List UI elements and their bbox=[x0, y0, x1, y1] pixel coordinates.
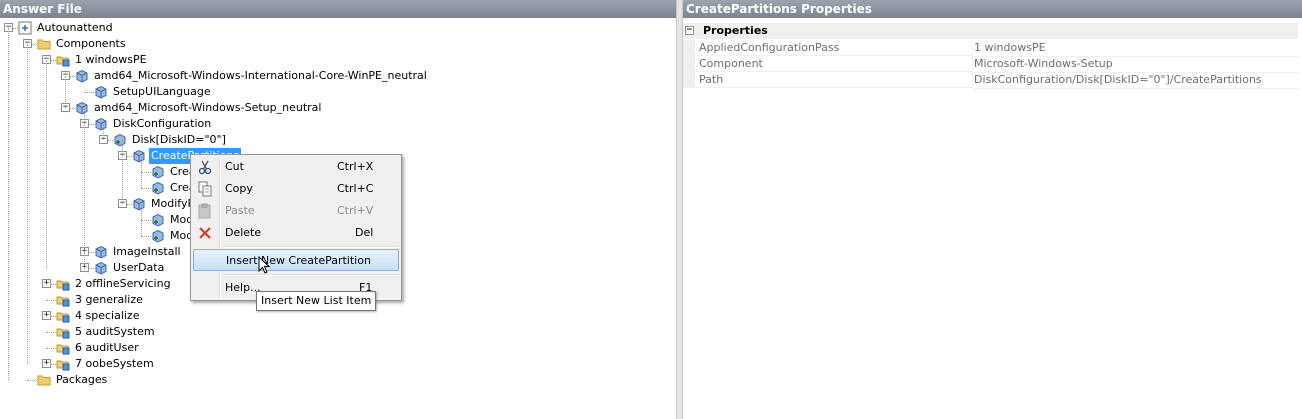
tree-node-label: SetupUILanguage bbox=[113, 85, 211, 98]
tree-node-label: amd64_Microsoft-Windows-International-Co… bbox=[94, 69, 427, 82]
paste-icon bbox=[197, 203, 213, 219]
menu-item-delete[interactable]: Delete Del bbox=[193, 222, 399, 244]
expand-toggle[interactable]: + bbox=[42, 359, 51, 368]
tree-node-label: amd64_Microsoft-Windows-Setup_neutral bbox=[94, 101, 322, 114]
setting-icon bbox=[94, 117, 108, 131]
tree-node-label: Disk[DiskID="0"] bbox=[132, 133, 226, 146]
properties-grid[interactable]: − Properties AppliedConfigurationPass 1 … bbox=[683, 18, 1302, 419]
menu-item-insert-new-createpartition[interactable]: Insert New CreatePartition bbox=[193, 249, 399, 271]
answer-file-icon bbox=[18, 21, 32, 35]
tree-node-label: DiskConfiguration bbox=[113, 117, 212, 130]
pass-icon bbox=[56, 357, 70, 371]
pass-icon bbox=[56, 341, 70, 355]
folder-icon bbox=[37, 37, 51, 51]
tree-node-label: 7 oobeSystem bbox=[75, 357, 154, 370]
tree-node-label: Components bbox=[56, 37, 126, 50]
scissors-icon bbox=[197, 159, 213, 175]
list-item-icon bbox=[151, 165, 165, 179]
list-item-icon bbox=[151, 181, 165, 195]
setting-icon bbox=[132, 197, 146, 211]
pass-icon bbox=[56, 293, 70, 307]
tooltip: Insert New List Item bbox=[256, 291, 377, 311]
property-value: DiskConfiguration/Disk[DiskID="0"]/Creat… bbox=[974, 72, 1298, 89]
tree-node-label: 4 specialize bbox=[75, 309, 140, 322]
tree-node-label: 6 auditUser bbox=[75, 341, 139, 354]
list-item-icon bbox=[113, 133, 127, 147]
tree-node-label: Autounattend bbox=[37, 21, 113, 34]
pane-splitter[interactable] bbox=[676, 0, 683, 419]
answer-file-pane-title: Answer File bbox=[0, 0, 676, 18]
tree-node-label: 3 generalize bbox=[75, 293, 143, 306]
delete-x-icon bbox=[197, 225, 213, 241]
collapse-category-toggle[interactable]: − bbox=[685, 26, 694, 35]
property-name: Path bbox=[683, 72, 973, 88]
tree-node-label: ImageInstall bbox=[113, 245, 181, 258]
tree-node-label: UserData bbox=[113, 261, 165, 274]
expand-toggle[interactable]: + bbox=[42, 311, 51, 320]
property-row-component[interactable]: Component Microsoft-Windows-Setup bbox=[683, 56, 1298, 73]
folder-icon bbox=[37, 373, 51, 387]
properties-category[interactable]: − Properties bbox=[683, 23, 1298, 39]
context-menu: Cut Ctrl+X Copy Ctrl+C Paste Ctrl+V Dele… bbox=[190, 154, 402, 301]
pass-icon bbox=[56, 309, 70, 323]
setting-icon bbox=[94, 245, 108, 259]
menu-item-copy[interactable]: Copy Ctrl+C bbox=[193, 178, 399, 200]
expand-toggle[interactable]: + bbox=[42, 279, 51, 288]
copy-icon bbox=[197, 181, 213, 197]
property-row-applied-pass[interactable]: AppliedConfigurationPass 1 windowsPE bbox=[683, 40, 1298, 57]
mouse-pointer-icon bbox=[258, 256, 271, 274]
component-icon bbox=[75, 69, 89, 83]
property-name: AppliedConfigurationPass bbox=[683, 40, 973, 56]
pass-icon bbox=[56, 53, 70, 67]
property-value: Microsoft-Windows-Setup bbox=[974, 56, 1298, 73]
list-item-icon bbox=[151, 213, 165, 227]
property-value: 1 windowsPE bbox=[974, 40, 1298, 57]
pass-icon bbox=[56, 325, 70, 339]
property-name: Component bbox=[683, 56, 973, 72]
pass-icon bbox=[56, 277, 70, 291]
properties-pane-title: CreatePartitions Properties bbox=[683, 0, 1302, 18]
tree-node-label: 1 windowsPE bbox=[75, 53, 147, 66]
component-icon bbox=[75, 101, 89, 115]
setting-icon bbox=[94, 261, 108, 275]
property-row-path[interactable]: Path DiskConfiguration/Disk[DiskID="0"]/… bbox=[683, 72, 1298, 89]
menu-item-cut[interactable]: Cut Ctrl+X bbox=[193, 156, 399, 178]
tree-node-label: 5 auditSystem bbox=[75, 325, 155, 338]
tree-node-label: Packages bbox=[56, 373, 108, 386]
properties-category-label: Properties bbox=[703, 24, 768, 37]
tree-node-label: 2 offlineServicing bbox=[75, 277, 171, 290]
list-item-icon bbox=[151, 229, 165, 243]
menu-item-paste[interactable]: Paste Ctrl+V bbox=[193, 200, 399, 222]
setting-icon bbox=[132, 149, 146, 163]
setting-icon bbox=[94, 85, 108, 99]
